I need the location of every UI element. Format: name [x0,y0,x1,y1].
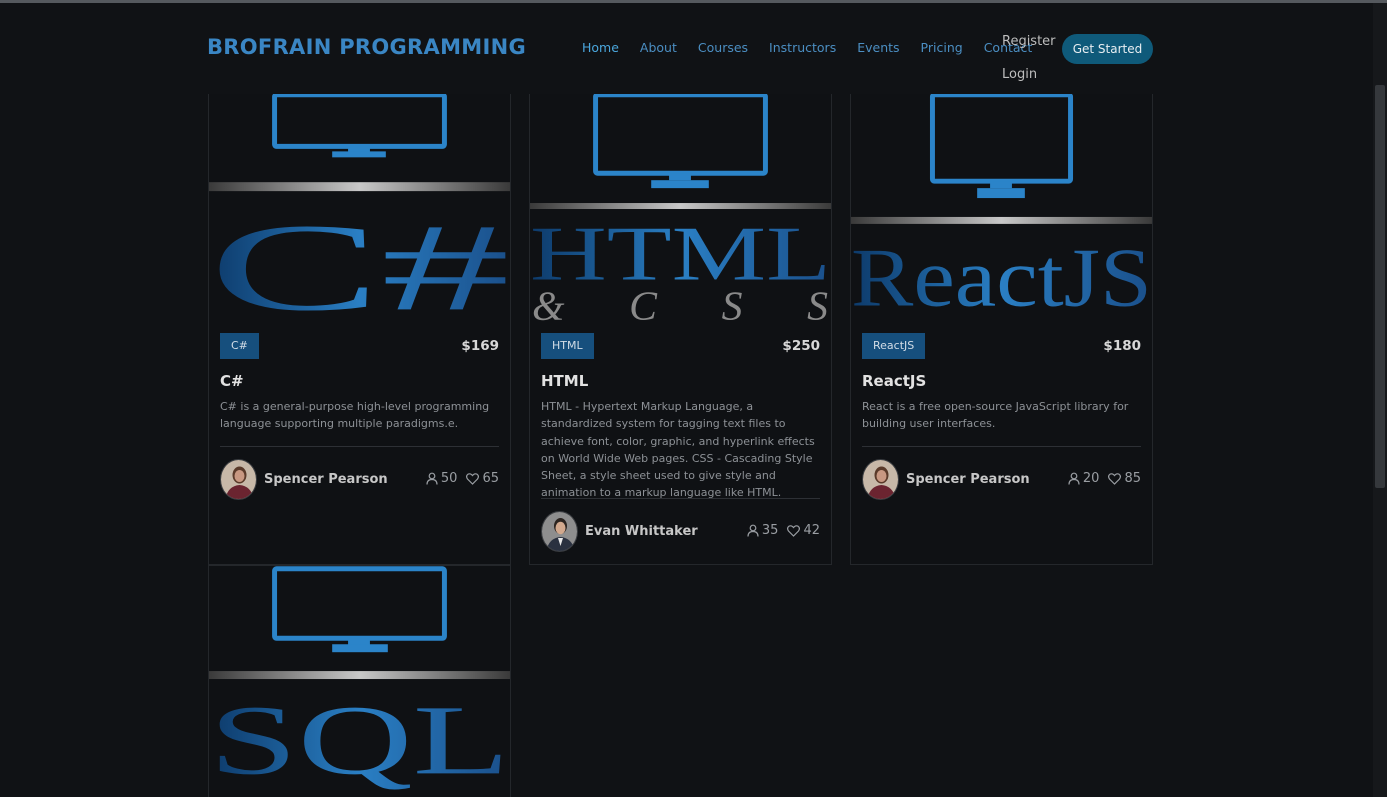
course-title[interactable]: ReactJS [862,372,926,390]
course-card-csharp[interactable]: C# C# $169 C# C# is a general-purpose hi… [208,94,511,565]
monitor-icon [272,566,447,653]
instructor-name[interactable]: Spencer Pearson [906,472,1030,487]
nav-pricing[interactable]: Pricing [921,40,963,55]
course-thumbnail-html: HTML & C S S [530,94,831,324]
likes-count[interactable]: 65 [466,471,499,486]
likes-count[interactable]: 85 [1108,471,1141,486]
auth-links: Register Login [1002,25,1056,91]
course-title[interactable]: HTML [541,372,588,390]
instructor-avatar[interactable] [862,459,899,500]
students-count: 50 [426,471,457,486]
thumbnail-text: SQL [209,685,510,795]
heart-icon [466,472,480,485]
nav-about[interactable]: About [640,40,677,55]
course-description: C# is a general-purpose high-level progr… [220,400,490,431]
course-price: $250 [782,338,820,354]
instructor-name[interactable]: Spencer Pearson [264,472,388,487]
login-link[interactable]: Login [1002,58,1056,91]
course-stats: 20 85 [1059,471,1141,486]
students-count: 35 [747,523,778,538]
course-title[interactable]: C# [220,372,244,390]
heart-icon [787,524,801,537]
course-price: $169 [461,338,499,354]
course-price: $180 [1103,338,1141,354]
brand-logo[interactable]: BROFRAIN PROGRAMMING [207,35,526,59]
get-started-button[interactable]: Get Started [1062,34,1153,64]
instructor-avatar[interactable] [541,511,578,552]
card-divider [220,446,499,447]
course-tag[interactable]: HTML [541,333,594,359]
user-icon [1068,472,1080,485]
main-nav: Home About Courses Instructors Events Pr… [582,40,1053,55]
students-count: 20 [1068,471,1099,486]
course-stats: 50 65 [417,471,499,486]
thumbnail-text: HTML [530,211,831,297]
course-card-html[interactable]: HTML & C S S HTML $250 HTML HTML - Hyper… [529,94,832,565]
instructor-avatar[interactable] [220,459,257,500]
card-divider [862,446,1141,447]
course-thumbnail-sql: SQL [209,566,510,795]
course-thumbnail-csharp: C# [209,94,510,324]
register-link[interactable]: Register [1002,25,1056,58]
nav-courses[interactable]: Courses [698,40,748,55]
site-header: BROFRAIN PROGRAMMING Home About Courses … [0,3,1373,93]
course-description: React is a free open-source JavaScript l… [862,400,1129,431]
user-icon [747,524,759,537]
monitor-icon [929,94,1074,199]
course-tag[interactable]: ReactJS [862,333,926,359]
thumbnail-text: ReactJS [851,232,1152,324]
likes-count[interactable]: 42 [787,523,820,538]
nav-events[interactable]: Events [857,40,899,55]
course-card-sql[interactable]: SQL [208,565,511,797]
thumbnail-text: C# [209,198,510,324]
course-card-reactjs[interactable]: ReactJS ReactJS $180 ReactJS React is a … [850,94,1153,565]
heart-icon [1108,472,1122,485]
course-thumbnail-reactjs: ReactJS [851,94,1152,324]
scrollbar-thumb[interactable] [1375,85,1385,488]
user-icon [426,472,438,485]
nav-instructors[interactable]: Instructors [769,40,836,55]
monitor-icon [593,94,768,189]
nav-home[interactable]: Home [582,40,619,55]
course-stats: 35 42 [738,523,820,538]
course-tag[interactable]: C# [220,333,259,359]
monitor-icon [272,94,447,158]
instructor-name[interactable]: Evan Whittaker [585,524,698,539]
card-divider [541,498,820,499]
course-description: HTML - Hypertext Markup Language, a stan… [541,400,815,500]
